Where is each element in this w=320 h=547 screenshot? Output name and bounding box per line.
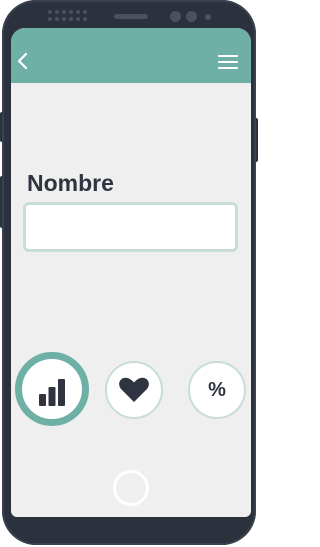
- app-header: [11, 28, 251, 83]
- back-button[interactable]: [15, 50, 31, 72]
- stats-button[interactable]: [15, 352, 89, 426]
- name-input[interactable]: [23, 202, 238, 252]
- percent-button[interactable]: %: [188, 361, 246, 419]
- favorite-button[interactable]: [105, 361, 163, 419]
- home-button[interactable]: [113, 470, 149, 506]
- heart-icon: [119, 377, 149, 402]
- chevron-left-icon: [17, 52, 28, 70]
- percent-icon: %: [208, 378, 226, 401]
- front-camera: [170, 11, 181, 22]
- phone-frame: Nombre %: [2, 0, 256, 545]
- proximity-sensor: [205, 14, 211, 20]
- menu-button[interactable]: [218, 55, 240, 71]
- name-label: Nombre: [27, 170, 114, 196]
- bar-chart-icon: [39, 379, 65, 406]
- app-screen: Nombre %: [11, 28, 251, 517]
- front-camera-secondary: [186, 11, 197, 22]
- earpiece-speaker: [114, 14, 148, 19]
- speaker-grille: [48, 10, 88, 24]
- hamburger-menu-icon: [218, 55, 238, 57]
